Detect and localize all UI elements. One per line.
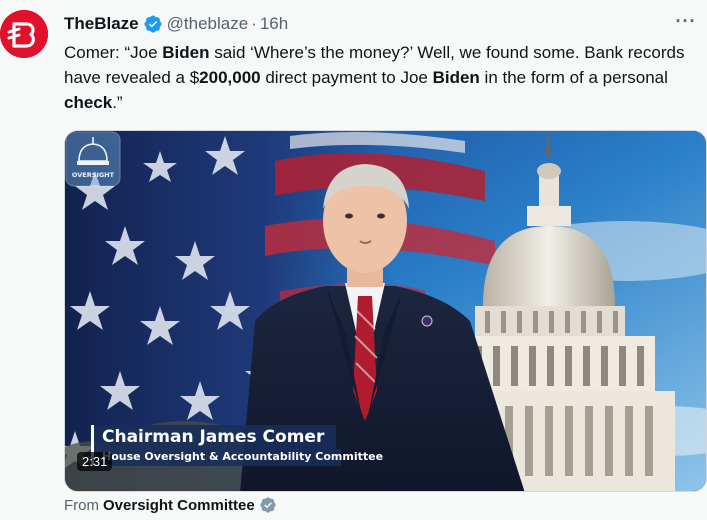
tweet-header: TheBlaze @theblaze · 16h ··· bbox=[64, 11, 697, 35]
attribution-source-link[interactable]: Oversight Committee bbox=[103, 497, 255, 514]
avatar[interactable] bbox=[0, 10, 48, 58]
lower-third-name: Chairman James Comer bbox=[91, 425, 337, 449]
author-name[interactable]: TheBlaze bbox=[64, 14, 139, 34]
tweet-text-segment: direct payment to Joe bbox=[260, 68, 433, 87]
blaze-logo-icon bbox=[0, 10, 48, 58]
verified-badge-icon[interactable] bbox=[143, 14, 163, 34]
video-attribution: From Oversight Committee bbox=[64, 496, 277, 514]
attribution-prefix: From bbox=[64, 496, 99, 514]
tweet-text: Comer: “Joe Biden said ‘Where’s the mone… bbox=[64, 40, 694, 115]
oversight-badge-text: OVERSIGHT bbox=[72, 171, 115, 179]
author-handle[interactable]: @theblaze bbox=[167, 14, 249, 34]
lower-third: Chairman James Comer House Oversight & A… bbox=[91, 425, 383, 466]
lower-third-subtitle: House Oversight & Accountability Committ… bbox=[91, 449, 383, 466]
tweet-text-bold: check bbox=[64, 93, 113, 112]
tweet-text-bold: Biden bbox=[162, 43, 210, 62]
tweet-text-segment: .” bbox=[112, 93, 123, 112]
tweet-text-segment: in the form of a personal bbox=[479, 68, 668, 87]
tweet-text-bold: 200,000 bbox=[199, 68, 261, 87]
video-duration: 2:31 bbox=[77, 452, 113, 471]
tweet-text-bold: Biden bbox=[432, 68, 480, 87]
video-player[interactable]: OVERSIGHT Chairman James Comer House Ove… bbox=[64, 130, 707, 492]
tweet-text-segment: Comer: “Joe bbox=[64, 43, 163, 62]
tweet-timestamp[interactable]: 16h bbox=[260, 14, 288, 34]
oversight-badge-icon: OVERSIGHT bbox=[65, 131, 121, 187]
separator-dot: · bbox=[251, 14, 257, 33]
more-horizontal-icon[interactable]: ··· bbox=[675, 11, 697, 33]
gray-verified-badge-icon[interactable] bbox=[259, 496, 277, 514]
